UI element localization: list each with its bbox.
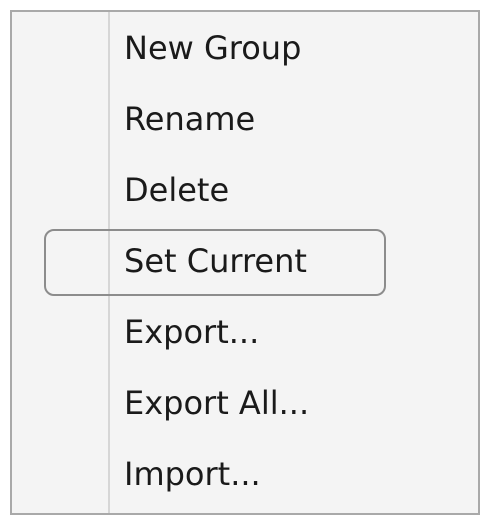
menu-item-label: Import... [124,455,261,493]
menu-item-delete[interactable]: Delete [12,164,478,235]
menu-item-label: Delete [124,171,230,209]
menu-item-label: Set Current [124,242,307,280]
menu-item-set-current[interactable]: Set Current [12,229,478,306]
menu-item-label: Export... [124,313,260,351]
menu-item-new-group[interactable]: New Group [12,22,478,93]
menu-item-rename[interactable]: Rename [12,93,478,164]
menu-item-label: New Group [124,29,302,67]
context-menu: New Group Rename Delete Set Current Expo… [10,10,480,515]
menu-item-label: Rename [124,100,256,138]
menu-item-label: Export All... [124,384,310,422]
menu-item-export[interactable]: Export... [12,306,478,377]
menu-item-export-all[interactable]: Export All... [12,377,478,448]
menu-item-import[interactable]: Import... [12,448,478,519]
menu-items: New Group Rename Delete Set Current Expo… [12,22,478,519]
